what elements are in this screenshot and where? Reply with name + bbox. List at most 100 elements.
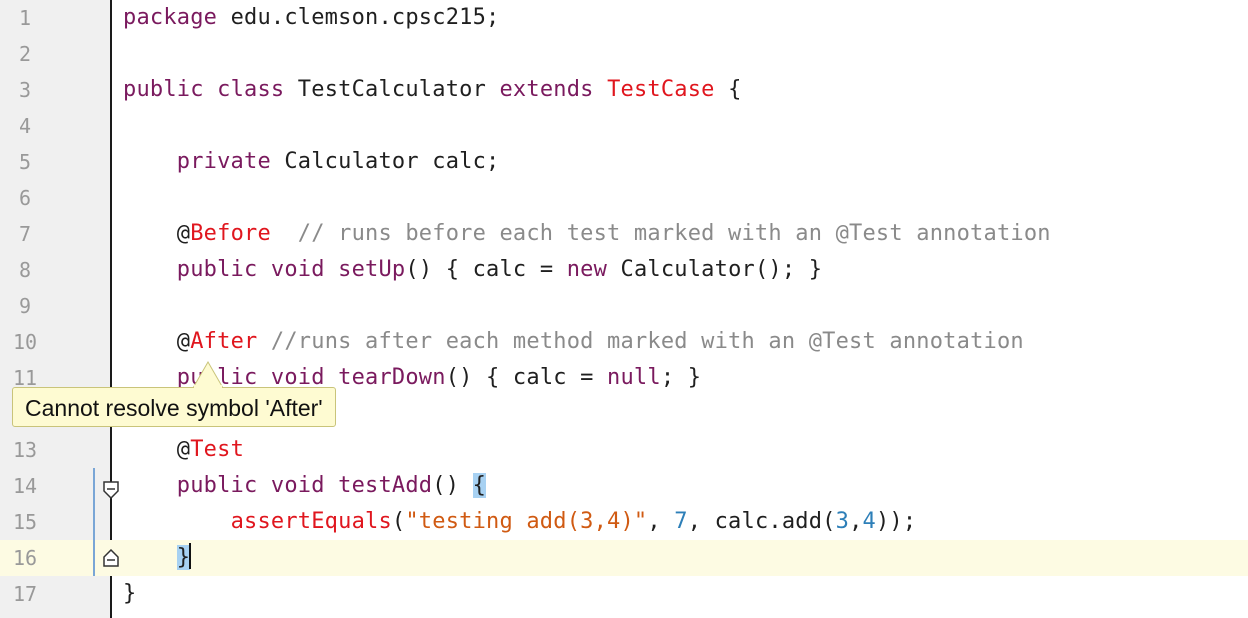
line-number: 5 [18,150,32,174]
code-line[interactable]: 14 public void testAdd() { [0,468,1248,504]
code-token: , [849,509,863,534]
code-line[interactable]: 10 @After //runs after each method marke… [0,324,1248,360]
code-token: Calculator(); } [607,257,823,282]
line-code[interactable]: public void testAdd() { [123,468,487,504]
tooltip-pointer [193,360,223,388]
code-line[interactable]: 16 } [0,540,1248,576]
code-token: @ [123,437,191,462]
code-token: After [190,329,258,354]
code-token: edu.clemson.cpsc215; [217,5,500,30]
code-token: { [472,473,487,498]
code-token: Before [190,221,271,246]
code-token: extends [499,77,594,102]
code-line[interactable]: 4 [0,108,1248,144]
code-token: new [566,257,608,282]
line-number: 9 [18,294,32,318]
code-token: TestCalculator [284,77,500,102]
line-number: 4 [18,114,32,138]
code-token: void [270,473,325,498]
line-number: 7 [18,222,32,246]
code-token: null [607,365,661,390]
fold-start-icon[interactable] [103,481,119,499]
code-token: 4 [862,509,876,534]
fold-end-icon[interactable] [103,549,119,567]
code-line[interactable]: 3 public class TestCalculator extends Tes… [0,72,1248,108]
line-number: 6 [18,186,32,210]
line-number: 2 [18,42,32,66]
code-line[interactable]: 6 [0,180,1248,216]
code-token: () [432,473,473,498]
code-line[interactable]: 7 @Before // runs before each test marke… [0,216,1248,252]
line-code[interactable]: } [123,576,136,612]
code-token: )); [875,509,917,534]
code-token: //runs after each method marked with an … [270,329,1024,354]
tooltip-pointer-join [194,385,222,389]
line-code[interactable]: public class TestCalculator extends Test… [123,72,742,108]
code-token: { [714,77,742,102]
line-number: 1 [18,6,32,30]
code-line[interactable]: 17} [0,576,1248,612]
line-code[interactable]: private Calculator calc; [123,144,500,180]
code-token: @ [123,329,191,354]
code-editor[interactable]: 1 package edu.clemson.cpsc215; 2 3 public cl… [0,0,1248,618]
code-token: class [217,77,285,102]
line-code[interactable]: public void setUp() { calc = new Calcula… [123,252,822,288]
code-token: Test [190,437,245,462]
code-token: "testing add(3,4)" [405,509,648,534]
line-code[interactable]: assertEquals("testing add(3,4)", 7, calc… [123,504,917,540]
code-token: } [176,545,191,570]
fold-range-indicator [93,468,95,576]
line-number: 17 [12,582,38,606]
code-line[interactable]: 13 @Test [0,432,1248,468]
code-token: void [270,257,325,282]
code-token: assertEquals [230,509,392,534]
code-line[interactable]: 8 public void setUp() { calc = new Calcu… [0,252,1248,288]
error-tooltip: Cannot resolve symbol 'After' [12,387,336,427]
code-token: ( [391,509,406,534]
line-code[interactable]: @Test [123,432,244,468]
line-number: 14 [12,474,38,498]
line-number: 10 [12,330,38,354]
code-token: , [647,509,675,534]
code-token: @ [123,221,191,246]
code-token: 3 [835,509,850,534]
code-line[interactable]: 5 private Calculator calc; [0,144,1248,180]
line-code[interactable]: } [123,540,192,576]
code-line[interactable]: 1 package edu.clemson.cpsc215; [0,0,1248,36]
line-code[interactable]: @After //runs after each method marked w… [123,324,1024,360]
code-token: () { calc = [405,257,567,282]
code-token: 7 [674,509,688,534]
code-line[interactable]: 15 assertEquals("testing add(3,4)", 7, c… [0,504,1248,540]
line-code[interactable]: package edu.clemson.cpsc215; [123,0,499,36]
text-caret [189,543,192,569]
line-code[interactable]: @Before // runs before each test marked … [123,216,1051,252]
code-token: setUp [338,257,406,282]
code-line[interactable]: 9 [0,288,1248,324]
code-token: TestCase [607,77,715,102]
code-line[interactable]: 2 [0,36,1248,72]
code-token: , calc.add( [687,509,836,534]
code-token: Calculator calc; [270,149,500,174]
line-number: 16 [12,546,38,570]
code-token: public [123,77,204,102]
line-number: 15 [12,510,38,534]
line-number: 13 [12,438,38,462]
code-token: // runs before each test marked with an … [297,221,1051,246]
code-token: testAdd [338,473,433,498]
line-number: 3 [18,78,32,102]
code-token: public [176,257,258,282]
line-number: 8 [18,258,32,282]
code-token: public [176,473,258,498]
